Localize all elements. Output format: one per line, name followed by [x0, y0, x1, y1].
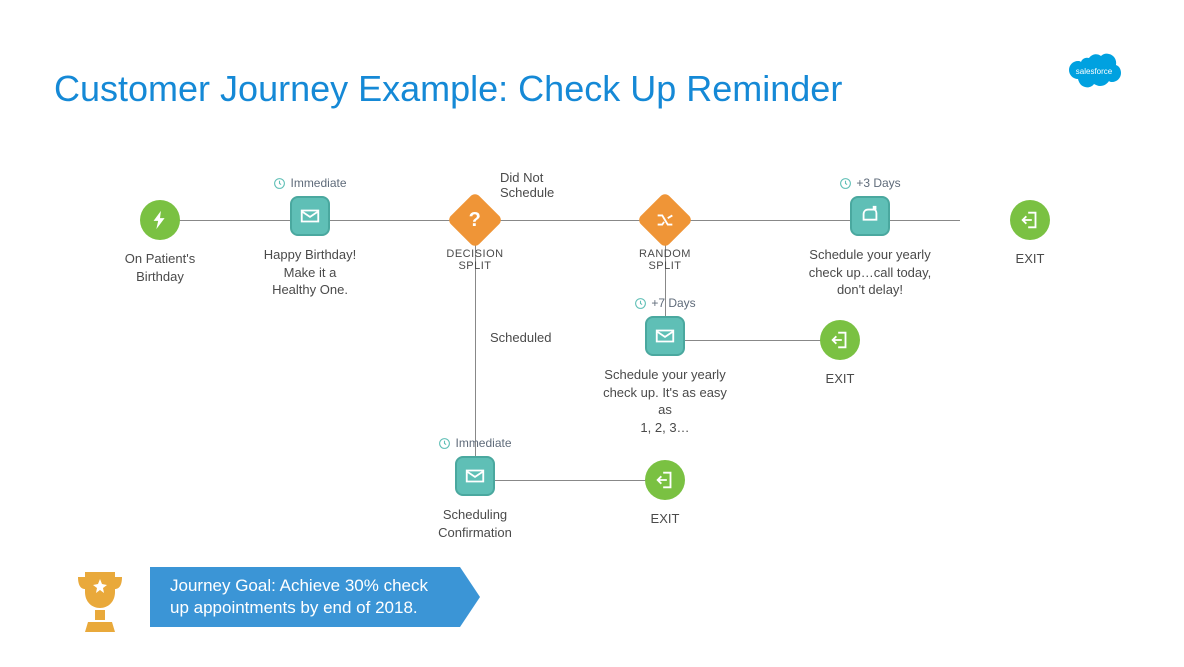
exit-icon: [820, 320, 860, 360]
email4-timing: Immediate: [420, 436, 530, 450]
random-split-node: RANDOM SPLIT: [630, 200, 700, 272]
decision-type-label: DECISION SPLIT: [440, 248, 510, 272]
mail3-node: +3 Days Schedule your yearly check up…ca…: [800, 176, 940, 299]
salesforce-logo: salesforce: [1064, 50, 1124, 92]
shuffle-icon: [637, 192, 694, 249]
exit-icon: [1010, 200, 1050, 240]
start-label: On Patient's Birthday: [120, 250, 200, 285]
decision-branch-bottom: Scheduled: [490, 330, 551, 345]
exit2-label: EXIT: [810, 370, 870, 388]
question-icon: ?: [447, 192, 504, 249]
goal-banner: Journey Goal: Achieve 30% check up appoi…: [150, 567, 480, 627]
email2-timing: +7 Days: [600, 296, 730, 310]
mail3-label: Schedule your yearly check up…call today…: [800, 246, 940, 299]
mailbox-icon: [850, 196, 890, 236]
email2-label: Schedule your yearly check up. It's as e…: [600, 366, 730, 436]
start-node: On Patient's Birthday: [120, 200, 200, 285]
trophy-icon: [70, 567, 130, 637]
svg-text:salesforce: salesforce: [1076, 67, 1113, 76]
mail3-timing: +3 Days: [800, 176, 940, 190]
decision-split-node: ? DECISION SPLIT: [440, 200, 510, 272]
exit3-label: EXIT: [635, 510, 695, 528]
email1-timing: Immediate: [260, 176, 360, 190]
envelope-icon: [455, 456, 495, 496]
journey-canvas: On Patient's Birthday Immediate Happy Bi…: [0, 150, 1184, 570]
decision-branch-top: Did Not Schedule: [500, 170, 580, 200]
lightning-icon: [140, 200, 180, 240]
email1-node: Immediate Happy Birthday! Make it a Heal…: [260, 176, 360, 299]
page-title: Customer Journey Example: Check Up Remin…: [54, 68, 842, 110]
exit1-node: EXIT: [1000, 200, 1060, 268]
goal-text: Journey Goal: Achieve 30% check up appoi…: [170, 575, 440, 619]
email2-node: +7 Days Schedule your yearly check up. I…: [600, 296, 730, 436]
email4-node: Immediate Scheduling Confirmation: [420, 436, 530, 541]
envelope-icon: [645, 316, 685, 356]
exit2-node: EXIT: [810, 320, 870, 388]
email1-label: Happy Birthday! Make it a Healthy One.: [260, 246, 360, 299]
exit1-label: EXIT: [1000, 250, 1060, 268]
exit-icon: [645, 460, 685, 500]
exit3-node: EXIT: [635, 460, 695, 528]
envelope-icon: [290, 196, 330, 236]
email4-label: Scheduling Confirmation: [420, 506, 530, 541]
random-type-label: RANDOM SPLIT: [630, 248, 700, 272]
